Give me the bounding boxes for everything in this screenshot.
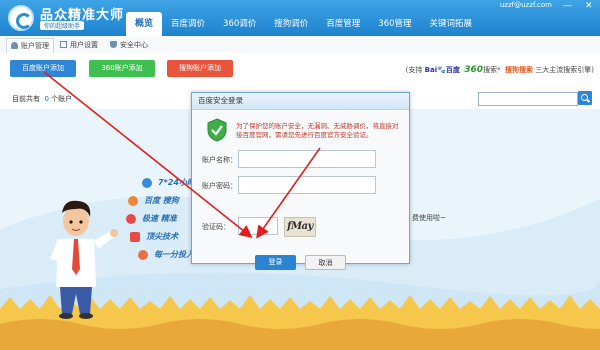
tab-360-management[interactable]: 360管理 [369, 12, 420, 36]
subtab-label: 安全中心 [120, 41, 148, 49]
feature-item: 顶尖技术 [146, 232, 178, 241]
rocket-icon [126, 214, 136, 224]
account-label: 账户名称： [202, 156, 237, 164]
baidu-logo: Bai🐾百度 [424, 66, 460, 74]
subtab-account-management[interactable]: 账户管理 [6, 38, 54, 53]
sogou-logo: 搜狗搜索 [505, 66, 534, 74]
captcha-field[interactable] [238, 217, 278, 235]
close-icon[interactable]: ✕ [585, 1, 593, 11]
feature-item: 7*24小时 [158, 178, 195, 187]
account-count: 目前共有 0 个账户 [12, 94, 72, 104]
partner-logos: (支持 Bai🐾百度 360搜索* 搜狗搜索 三大主流搜索引擎) [406, 65, 594, 75]
action-bar: 百度账户添加 360账户添加 搜狗账户添加 (支持 Bai🐾百度 360搜索* … [0, 53, 600, 88]
user-email[interactable]: uzzf@uzzf.com [500, 1, 552, 9]
search-engine-icon [128, 196, 138, 206]
dialog-body: 为了保护您的账户安全，无漏洞、无威胁调价，将直接对接百度官网，需请您先进行百度官… [192, 110, 409, 270]
app-slogan: 你的超级助手 [40, 21, 85, 30]
search-icon[interactable] [578, 91, 592, 105]
app-logo [8, 5, 34, 31]
tab-baidu-bidding[interactable]: 百度调价 [162, 12, 214, 36]
login-button[interactable]: 登录 [255, 255, 296, 270]
user-icon [11, 42, 18, 49]
partners-tail: 三大主流搜索引擎) [535, 66, 594, 74]
count-suffix: 个账户 [51, 95, 73, 103]
subtab-user-settings[interactable]: 用户设置 [56, 38, 102, 52]
password-field[interactable] [238, 176, 376, 194]
shield-icon [110, 41, 117, 48]
feature-item: 每一分投入 [154, 250, 194, 259]
dialog-title: 百度安全登录 [192, 93, 409, 110]
cancel-button[interactable]: 取消 [305, 255, 346, 270]
tab-baidu-management[interactable]: 百度管理 [317, 12, 369, 36]
support-text: (支持 [405, 66, 423, 74]
subtab-security-center[interactable]: 安全中心 [106, 38, 152, 52]
security-notice: 为了保护您的账户安全，无漏洞、无威胁调价，将直接对接百度官网，需请您先进行百度官… [236, 122, 399, 139]
qihoo-logo: 360 [464, 65, 484, 75]
tab-overview[interactable]: 概览 [126, 12, 163, 36]
title-bar: 品众精准大师 你的超级助手 概览 百度调价 360调价 搜狗调价 百度管理 36… [0, 0, 600, 36]
sub-tab-bar: 账户管理 用户设置 安全中心 [0, 36, 600, 54]
feature-item: 百度 搜狗 [144, 196, 179, 205]
search-input[interactable] [478, 92, 578, 106]
settings-icon [60, 41, 67, 48]
qihoo-suffix: 搜索* [483, 66, 501, 74]
baidu-login-dialog: 百度安全登录 为了保护您的账户安全，无漏洞、无威胁调价，将直接对接百度官网，需请… [191, 92, 410, 270]
sogou-add-button[interactable]: 搜狗账户添加 [167, 60, 233, 77]
count-value: 0 [44, 95, 49, 103]
main-nav: 概览 百度调价 360调价 搜狗调价 百度管理 360管理 关键词拓展 [126, 12, 481, 36]
captcha-image[interactable]: fMay [284, 217, 316, 237]
money-icon [138, 250, 148, 260]
account-name-field[interactable] [238, 150, 376, 168]
tab-360-bidding[interactable]: 360调价 [214, 12, 265, 36]
tab-sogou-bidding[interactable]: 搜狗调价 [265, 12, 317, 36]
tech-shield-icon [130, 232, 140, 242]
promo-text: 费使用啦~ [412, 214, 446, 222]
feature-item: 极速 精准 [142, 214, 177, 223]
subtab-label: 账户管理 [21, 42, 49, 50]
password-label: 账户密码： [202, 182, 237, 190]
qihoo-add-button[interactable]: 360账户添加 [89, 60, 155, 77]
captcha-label: 验证码： [202, 223, 230, 231]
baidu-add-button[interactable]: 百度账户添加 [10, 60, 76, 77]
security-shield-icon [207, 118, 227, 142]
subtab-label: 用户设置 [70, 41, 98, 49]
clock-icon [142, 178, 152, 188]
tab-keyword-expansion[interactable]: 关键词拓展 [421, 12, 482, 36]
count-prefix: 目前共有 [12, 95, 40, 103]
minimize-icon[interactable]: — [563, 1, 572, 11]
